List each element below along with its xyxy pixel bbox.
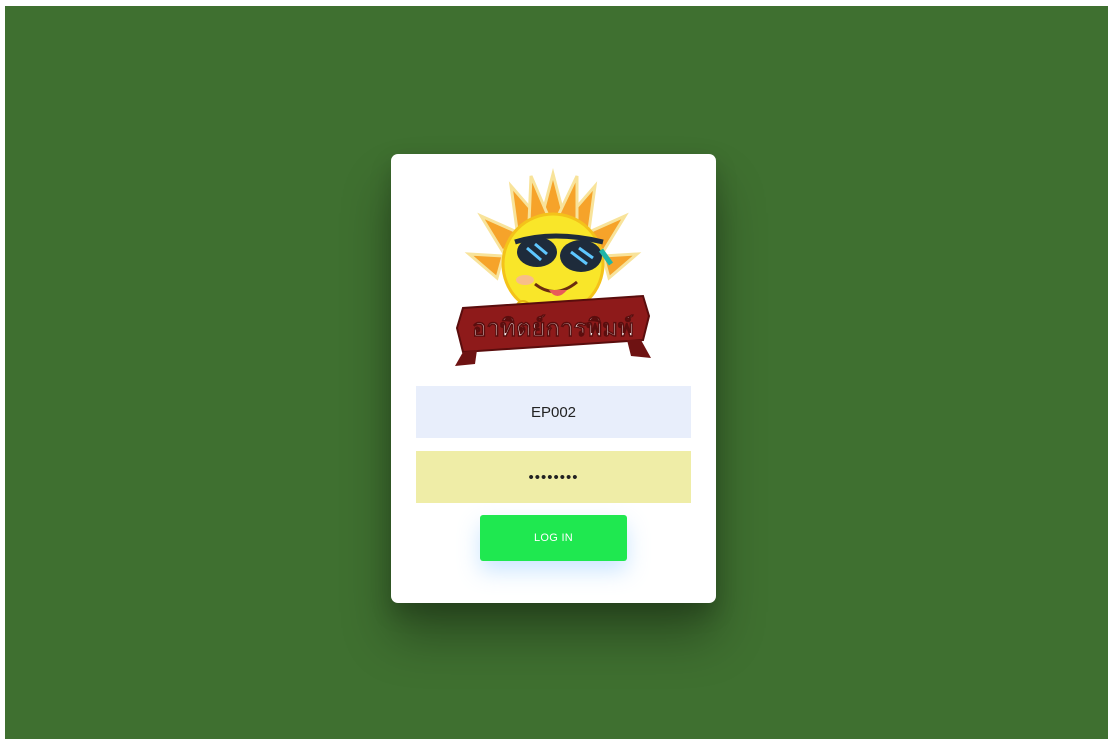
username-input[interactable]	[416, 386, 691, 438]
sun-logo-icon: อาทิตย์การพิมพ์	[455, 168, 651, 366]
login-card: อาทิตย์การพิมพ์ LOG IN	[391, 154, 716, 603]
brand-logo: อาทิตย์การพิมพ์	[453, 168, 653, 378]
logo-text: อาทิตย์การพิมพ์	[472, 313, 634, 342]
page-background: อาทิตย์การพิมพ์ LOG IN	[5, 6, 1108, 739]
login-button[interactable]: LOG IN	[480, 515, 627, 561]
password-input[interactable]	[416, 451, 691, 503]
